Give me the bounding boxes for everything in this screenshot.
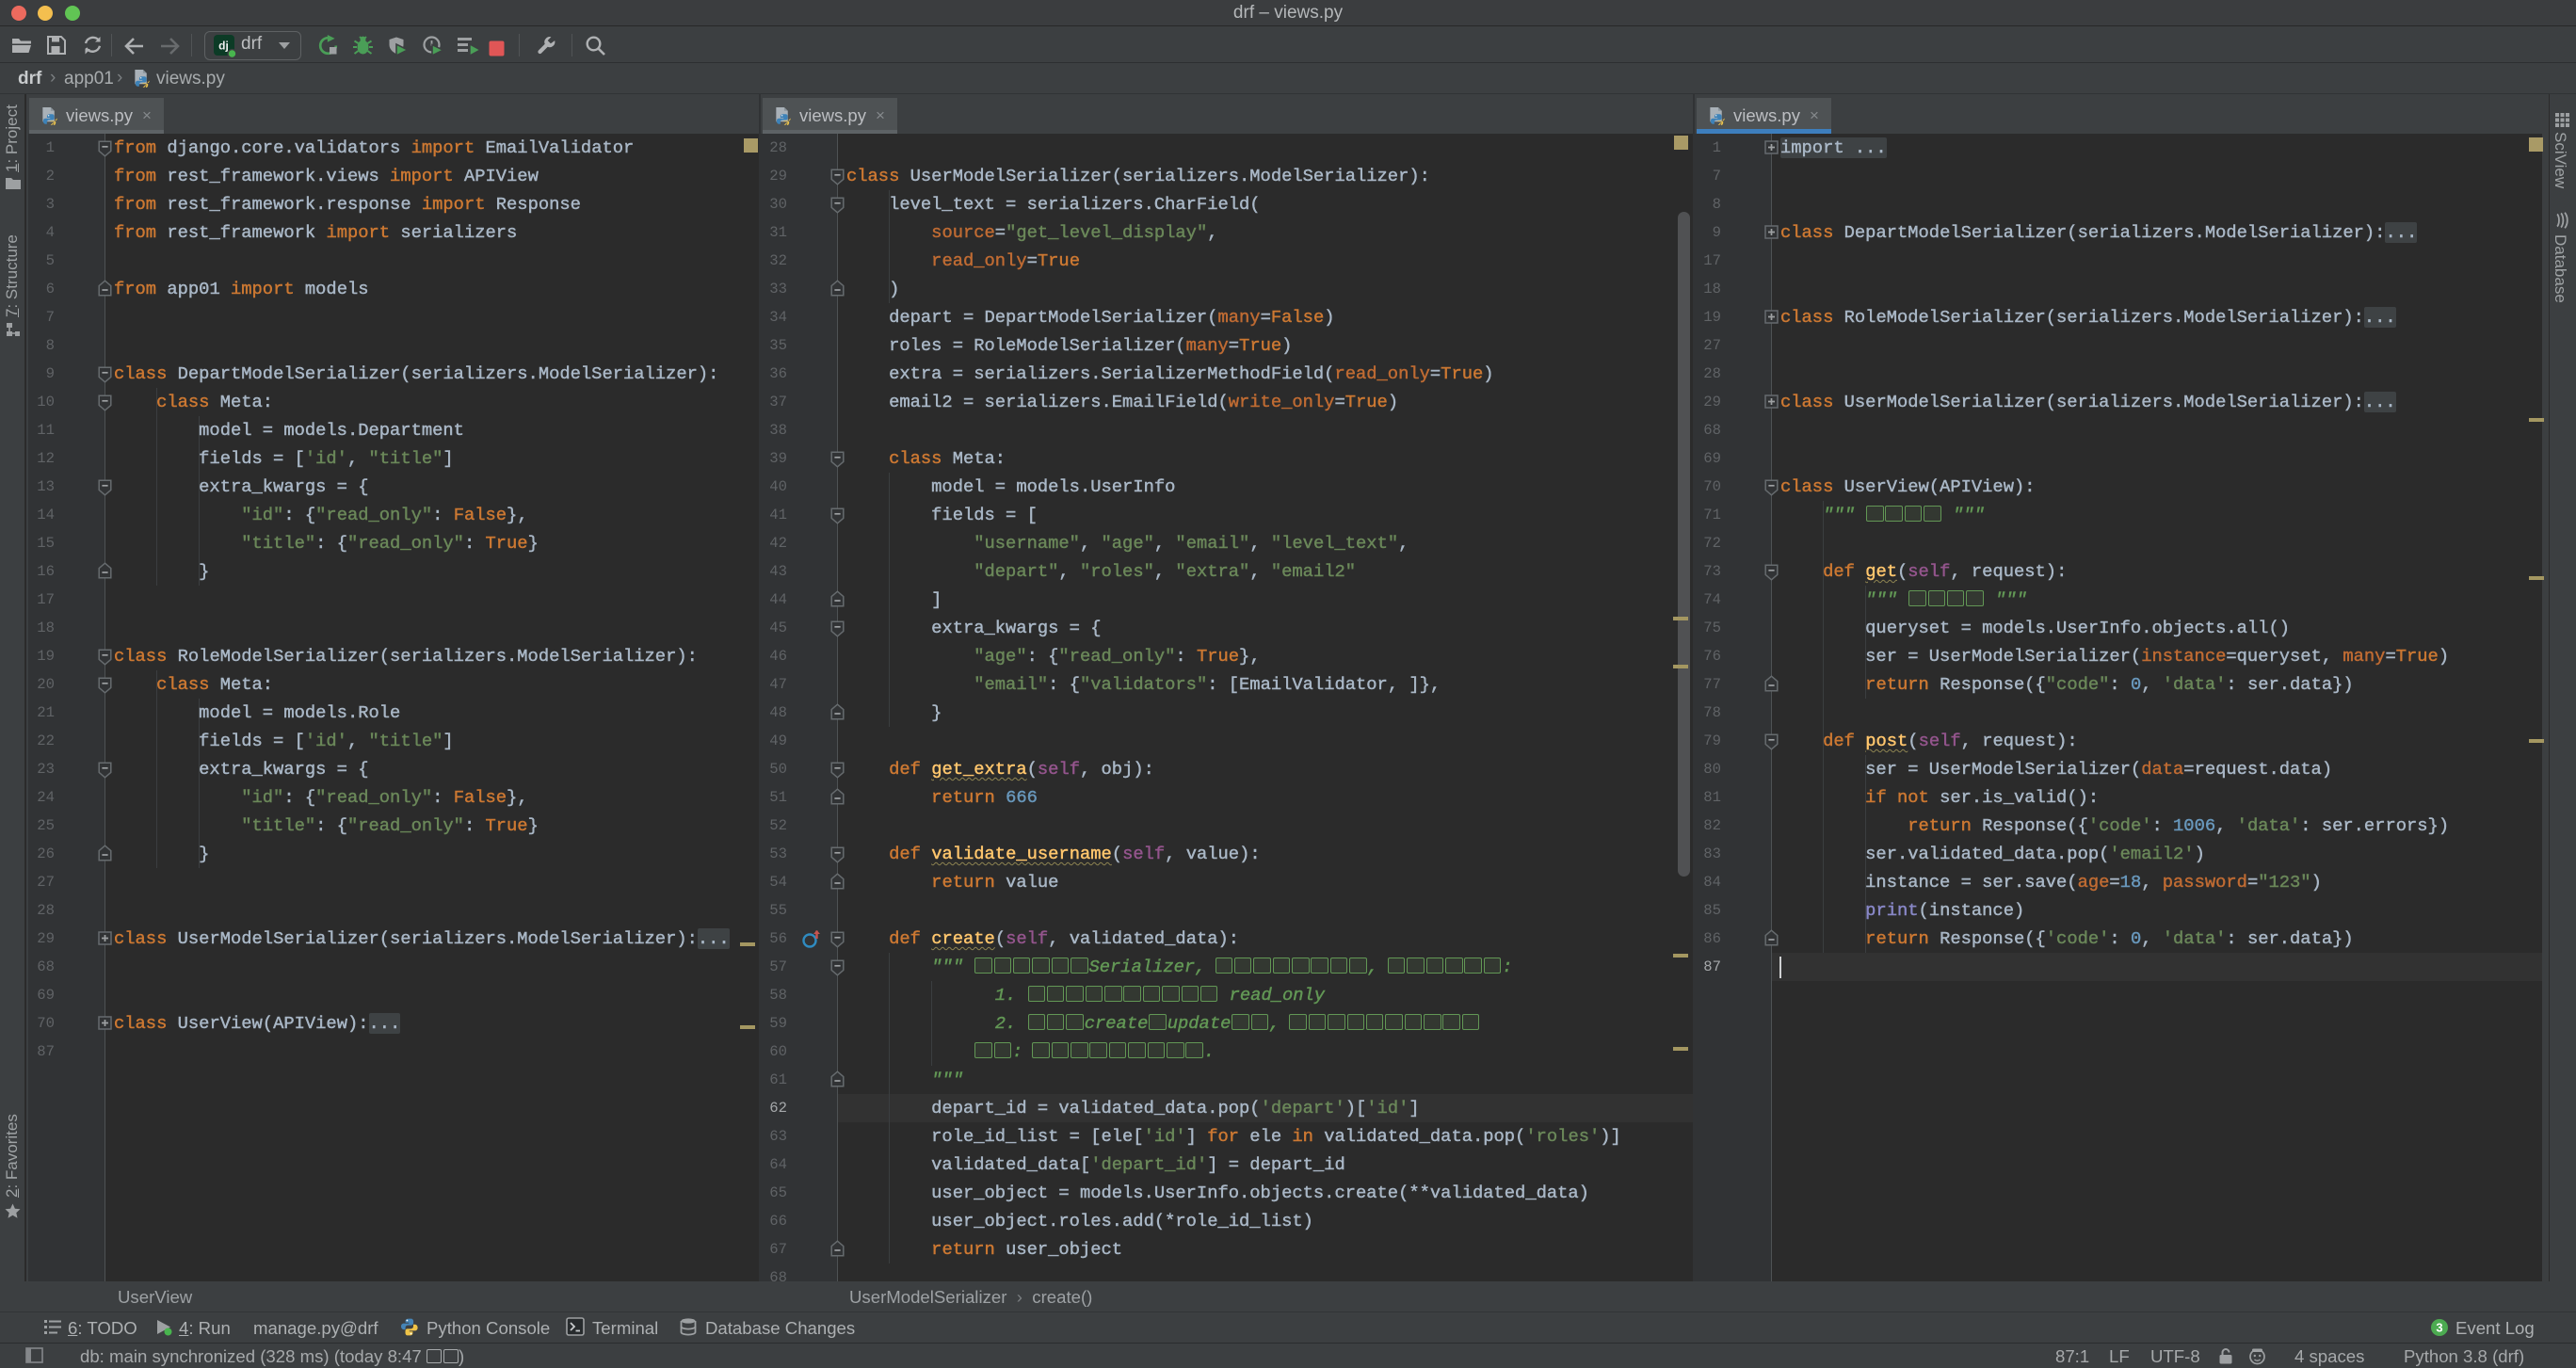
svg-text:3: 3 (2436, 1321, 2442, 1335)
svg-text:dj: dj (218, 40, 229, 53)
